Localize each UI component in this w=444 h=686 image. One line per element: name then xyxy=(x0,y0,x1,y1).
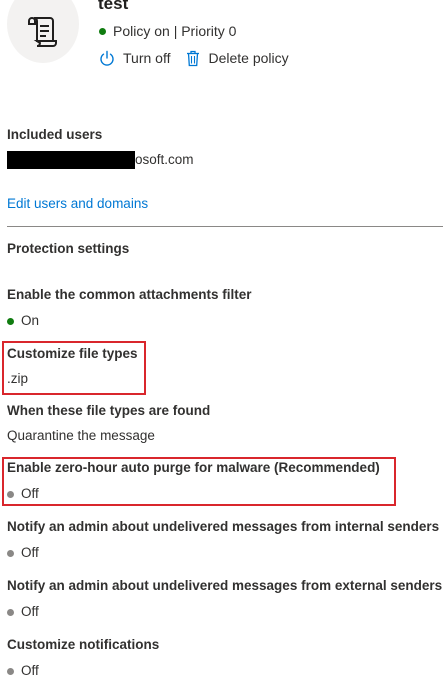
redacted-block xyxy=(7,151,135,169)
setting-value-file-types: .zip xyxy=(7,371,29,386)
setting-label-file-types: Customize file types xyxy=(7,346,138,361)
status-off-dot-icon xyxy=(7,667,14,675)
setting-label-zap: Enable zero-hour auto purge for malware … xyxy=(7,460,380,475)
turn-off-button[interactable]: Turn off xyxy=(99,48,170,68)
policy-details-panel: test Policy on | Priority 0 Turn off Del… xyxy=(0,0,444,686)
setting-label-attachments-filter: Enable the common attachments filter xyxy=(7,287,252,302)
status-on-dot-icon xyxy=(99,27,106,35)
setting-value-zap: Off xyxy=(7,485,39,503)
included-users-label: Included users xyxy=(7,127,103,142)
setting-value-attachments-filter: On xyxy=(7,312,39,330)
domain-suffix: osoft.com xyxy=(135,152,194,167)
setting-label-file-action: When these file types are found xyxy=(7,403,211,418)
power-icon xyxy=(100,50,114,66)
setting-value-notify-external: Off xyxy=(7,603,39,621)
setting-label-notify-external: Notify an admin about undelivered messag… xyxy=(7,578,443,593)
trash-icon xyxy=(187,50,200,66)
status-text: Off xyxy=(21,663,39,678)
policy-avatar xyxy=(7,0,79,63)
delete-policy-button[interactable]: Delete policy xyxy=(186,48,289,68)
status-text: Off xyxy=(21,486,39,501)
setting-value-notify-internal: Off xyxy=(7,544,39,562)
turn-off-label: Turn off xyxy=(123,50,171,66)
status-text: Off xyxy=(21,604,39,619)
included-users-value: osoft.com xyxy=(7,151,194,169)
policy-actions: Turn off Delete policy xyxy=(99,48,289,68)
protection-settings-heading: Protection settings xyxy=(7,241,130,256)
policy-status: Policy on | Priority 0 xyxy=(99,22,236,40)
section-divider xyxy=(7,226,443,227)
edit-users-link[interactable]: Edit users and domains xyxy=(7,195,148,213)
setting-value-customize-notifications: Off xyxy=(7,662,39,680)
scroll-document-icon xyxy=(28,16,57,47)
policy-status-text: Policy on | Priority 0 xyxy=(113,23,237,39)
setting-label-customize-notifications: Customize notifications xyxy=(7,637,160,652)
status-off-dot-icon xyxy=(7,490,14,498)
delete-policy-label: Delete policy xyxy=(208,50,289,66)
status-on-dot-icon xyxy=(7,317,14,325)
status-off-dot-icon xyxy=(7,608,14,616)
setting-label-notify-internal: Notify an admin about undelivered messag… xyxy=(7,519,440,534)
status-off-dot-icon xyxy=(7,549,14,557)
status-text: On xyxy=(21,313,40,328)
status-text: Off xyxy=(21,545,39,560)
setting-value-file-action: Quarantine the message xyxy=(7,428,155,443)
policy-title: test xyxy=(98,0,129,13)
